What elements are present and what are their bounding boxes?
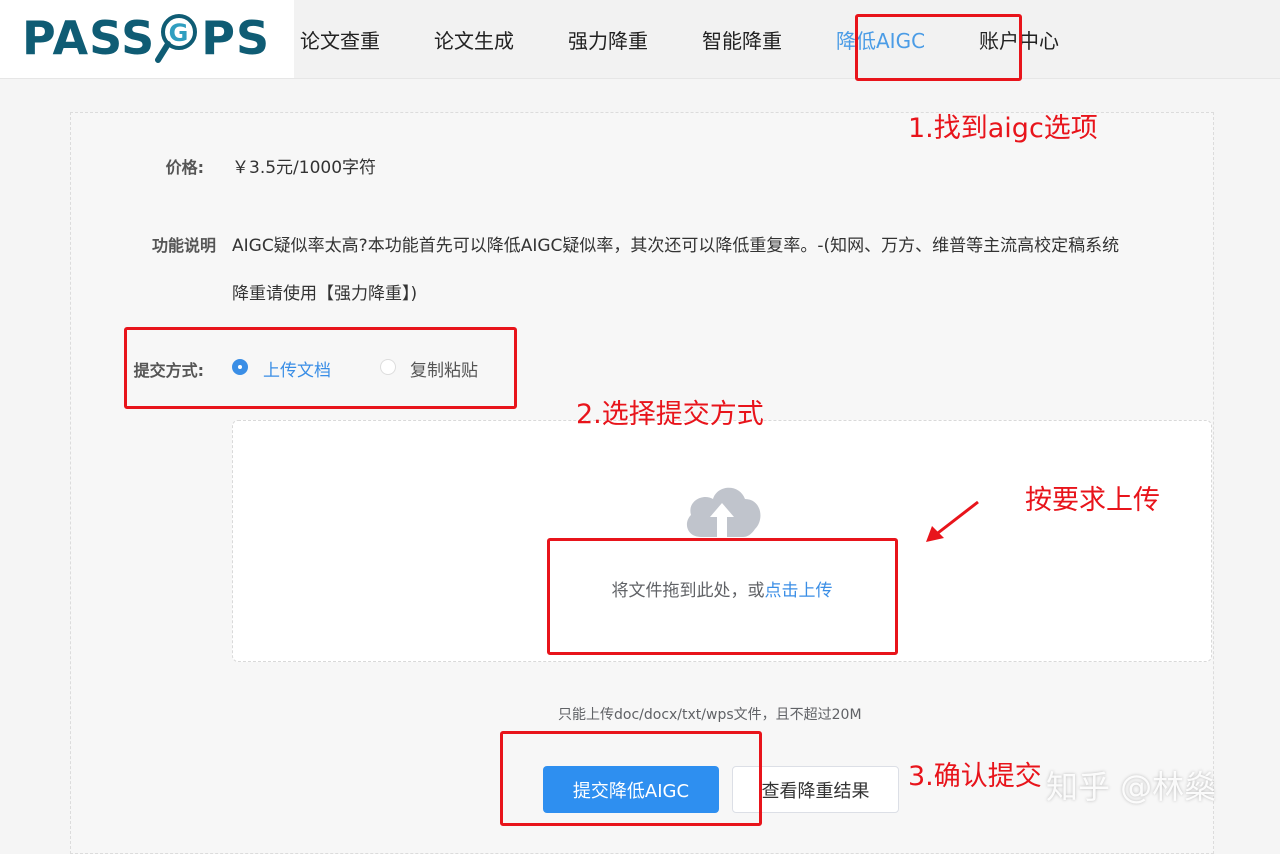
highlight-box-submit-method (124, 327, 517, 409)
highlight-box-upload (547, 538, 898, 655)
passgps-logo: PASS G PS (22, 10, 270, 66)
annotation-step2: 2.选择提交方式 (576, 399, 764, 430)
upload-file-note: 只能上传doc/docx/txt/wps文件，且不超过20M (558, 707, 862, 723)
nav-item-1[interactable]: 论文生成 (434, 25, 514, 54)
magnifier-icon: G (155, 10, 201, 66)
nav-item-2[interactable]: 强力降重 (568, 25, 648, 54)
zhihu-watermark: 知乎 @林燊 (1046, 768, 1217, 806)
price-label: 价格: (165, 158, 204, 177)
annotation-arrow (926, 500, 979, 542)
highlight-box-submit (500, 731, 762, 826)
price-value: ￥3.5元/1000字符 (232, 158, 377, 178)
description-line-1: AIGC疑似率太高?本功能首先可以降低AIGC疑似率，其次还可以降低重复率。-(… (232, 236, 1120, 256)
logo-text-left: PASS (22, 11, 156, 65)
annotation-upload-tip: 按要求上传 (1025, 485, 1160, 516)
cloud-upload-icon (686, 487, 761, 537)
annotation-step1: 1.找到aigc选项 (908, 113, 1098, 144)
logo-g-letter: G (169, 19, 190, 47)
logo-area[interactable]: PASS G PS (0, 0, 294, 78)
nav-item-0[interactable]: 论文查重 (300, 25, 380, 54)
top-navbar: PASS G PS 论文查重 论文生成 强力降重 智能降重 降低AIGC 账户中心 (0, 0, 1280, 79)
description-label: 功能说明 (151, 236, 216, 255)
annotation-step3: 3.确认提交 (908, 761, 1042, 792)
highlight-box-nav (855, 14, 1022, 81)
nav-item-3[interactable]: 智能降重 (702, 25, 782, 54)
logo-text-right: PS (201, 11, 271, 65)
description-line-2: 降重请使用【强力降重】) (232, 284, 418, 304)
